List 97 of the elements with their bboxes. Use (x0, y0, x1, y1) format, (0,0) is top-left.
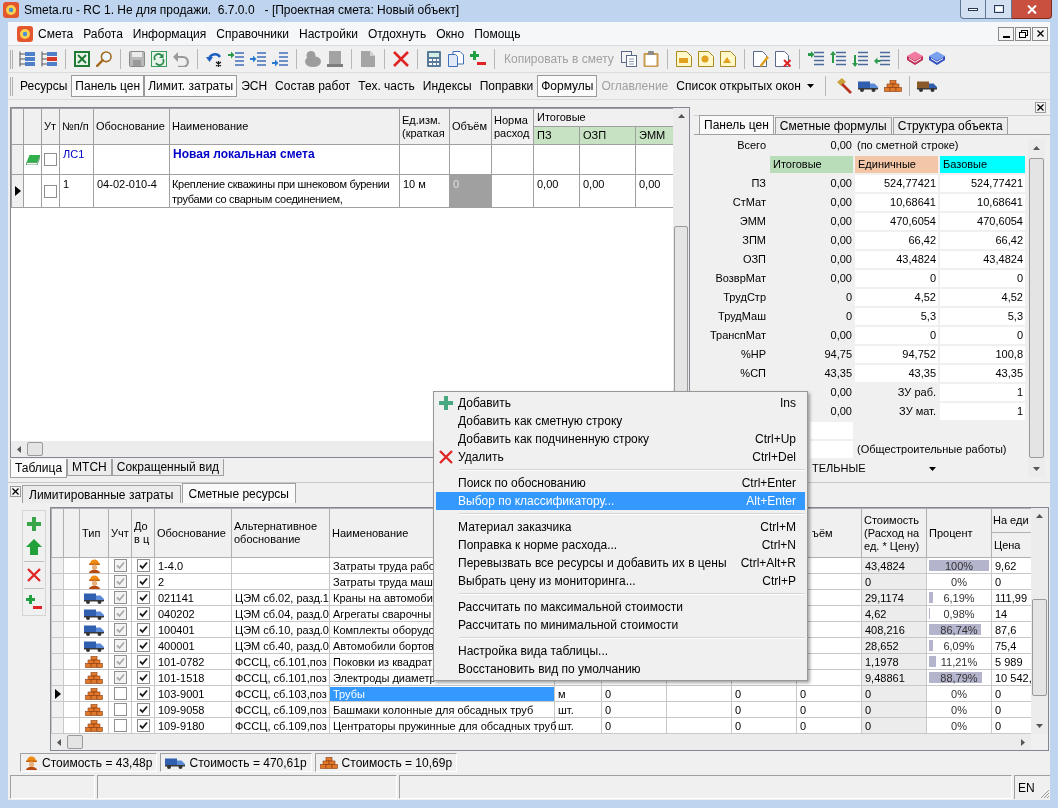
table-cell-text: Комплекты оборудо (332, 622, 436, 637)
value-text: 0,00 (830, 404, 853, 420)
value-text: 0,00 (830, 385, 853, 401)
table-cell: Крепление скважины при шнековом бурении трубами со сварным соединением, (169, 174, 400, 208)
table-cell: 0 (796, 685, 862, 702)
table-cell: ФССЦ, сб.109,поз (231, 701, 330, 718)
percent-text: 0% (951, 718, 967, 733)
percent-text: 88,79% (940, 670, 978, 685)
table-cell: 1-4.0 (154, 557, 232, 574)
table-cell: 0,00 (533, 174, 580, 208)
value-text: 0,00 (830, 233, 853, 249)
table-cell: 109-9180 (154, 717, 232, 734)
table-cell: 1 (59, 174, 94, 208)
row-label: ЗУ раб. (897, 385, 937, 401)
table-cell-text: Краны на автомоби (332, 590, 434, 605)
value-text: 0,00 (830, 271, 853, 287)
row-label: ОЗП (742, 252, 767, 268)
row-label: ТранспМат (709, 328, 767, 344)
table-cell: 0,00 (579, 174, 636, 208)
window-title: Smeta.ru - RC 1. Не для продажи. 6.7.0.0 - [Проектная смета: Новый объект] (24, 3, 460, 17)
table-cell: ЦЭМ сб.40, разд.0 (231, 637, 330, 654)
table-cell: 0 (731, 701, 797, 718)
table-cell: ФССЦ, сб.103,поз (231, 685, 330, 702)
percent-text: 100% (944, 558, 974, 573)
table-cell: Новая локальная смета (169, 144, 400, 175)
table-cell: 04-02-010-4 (93, 174, 170, 208)
table-cell: шт. (554, 701, 602, 718)
row-label: %СП (740, 366, 767, 382)
table-cell: 101-1518 (154, 669, 232, 686)
value-text: 0,00 (830, 138, 853, 154)
percent-text: 86,74% (940, 622, 978, 637)
column-header: Итоговые (770, 156, 853, 173)
cost-total: Стоимость = 10,69р (341, 754, 453, 772)
table-cell: 0 (601, 701, 667, 718)
percent-text: 0,98% (943, 606, 975, 621)
table-cell: 040202 (154, 605, 232, 622)
value-text: 0,00 (830, 252, 853, 268)
table-cell: 0 (731, 685, 797, 702)
percent-text: 0% (951, 702, 967, 717)
column-header: Базовые (940, 156, 1025, 173)
row-label: Всего (737, 138, 767, 154)
row-label: %НР (740, 347, 767, 363)
table-cell: 0 (601, 685, 667, 702)
row-label: ВозврМат (715, 271, 767, 287)
table-cell-text: Башмаки колонные для обсадных труб (332, 702, 535, 717)
row-label: ПЗ (751, 176, 767, 192)
value-text: 0,00 (830, 328, 853, 344)
note-text: (Общестроительные работы) (856, 442, 1008, 458)
table-cell: 0 (601, 717, 667, 734)
cost-total: Стоимость = 470,61р (189, 754, 307, 772)
percent-text: 0% (951, 574, 967, 589)
table-cell-text: Электроды диаметр (332, 670, 437, 685)
row-label: ЗПМ (742, 233, 767, 249)
row-label: ТрудСтр (723, 290, 767, 306)
table-cell: 109-9058 (154, 701, 232, 718)
table-cell: 021141 (154, 589, 232, 606)
table-cell: ФССЦ, сб.101,поз (231, 669, 330, 686)
value-text: 0,00 (830, 195, 853, 211)
value-text: 94,75 (824, 347, 853, 363)
row-label: ЗУ мат. (899, 404, 937, 420)
table-cell: 0 (796, 717, 862, 734)
row-label: СтМат (732, 195, 767, 211)
table-cell: ЦЭМ сб.02, разд.1 (231, 589, 330, 606)
table-cell: 10 м (399, 174, 450, 208)
percent-text: 6,09% (943, 638, 975, 653)
table-cell-text: Центраторы пружинные для обсадных труб (332, 718, 558, 733)
note-text: (по сметной строке) (856, 138, 960, 154)
table-cell: 400001 (154, 637, 232, 654)
table-cell: ФССЦ, сб.109,поз (231, 717, 330, 734)
table-cell: ЛС1 (59, 144, 94, 175)
table-cell-text: Автомобили бортов (332, 638, 435, 653)
table-cell-text: Агрегаты сварочны (332, 606, 433, 621)
value-text: 43,35 (824, 366, 853, 382)
percent-text: 6,19% (943, 590, 975, 605)
table-cell: м (554, 685, 602, 702)
value-text: 0,00 (830, 176, 853, 192)
column-header: Единичные (855, 156, 938, 173)
table-cell-text: Затраты труда маш (332, 574, 434, 589)
table-cell: ФССЦ, сб.101,поз (231, 653, 330, 670)
percent-text: 0% (951, 686, 967, 701)
row-label: ТрудМаш (718, 309, 767, 325)
row-label: ЭММ (739, 214, 767, 230)
table-cell: 0 (796, 701, 862, 718)
table-cell: 2 (154, 573, 232, 590)
value-text: 0,00 (830, 214, 853, 230)
table-cell: 101-0782 (154, 653, 232, 670)
table-cell: Трубы (330, 686, 554, 701)
table-cell: 0 (731, 717, 797, 734)
percent-text: 11,21% (940, 654, 978, 669)
value-text: 0 (845, 290, 853, 306)
table-cell: 100401 (154, 621, 232, 638)
table-cell: ЦЭМ сб.10, разд.0 (231, 621, 330, 638)
table-cell: ЦЭМ сб.04, разд.0 (231, 605, 330, 622)
table-cell: 103-9001 (154, 685, 232, 702)
value-text: 0 (845, 309, 853, 325)
cost-total: Стоимость = 43,48р (42, 754, 153, 772)
table-cell-text: Поковки из квадрат (332, 654, 434, 669)
